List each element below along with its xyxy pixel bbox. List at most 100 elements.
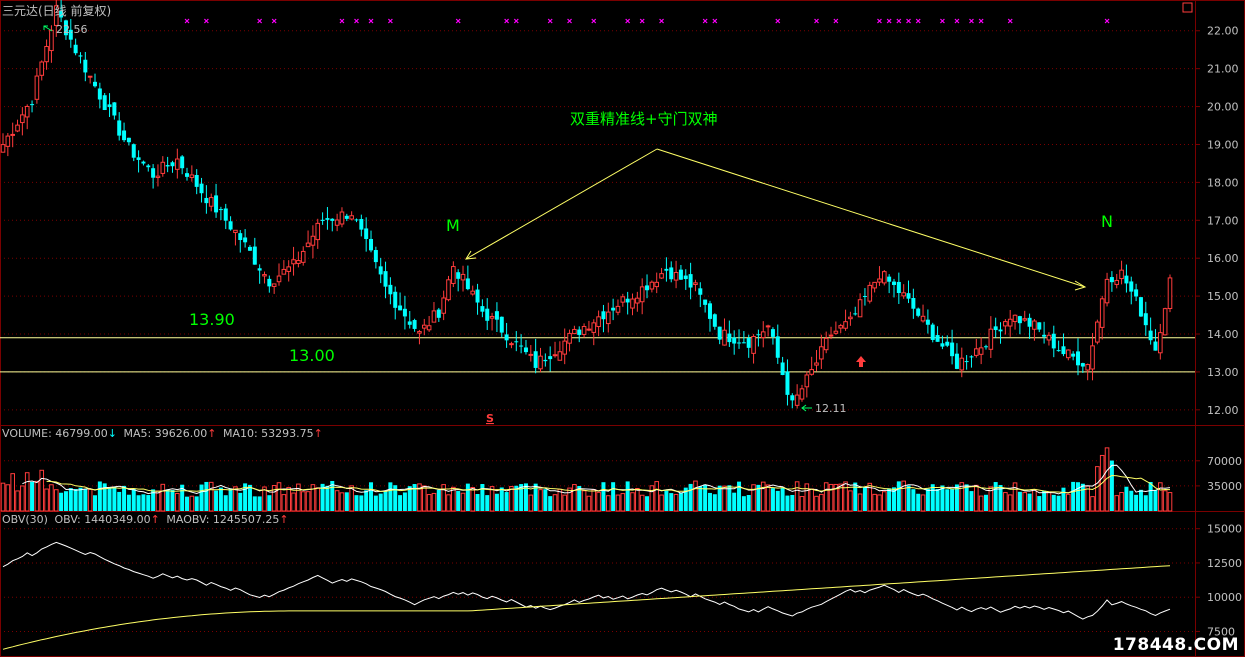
- candle-body-down: [732, 337, 737, 344]
- volume-bar-down: [436, 489, 441, 511]
- volume-bar-down: [97, 481, 102, 511]
- candle-body-up: [1119, 269, 1124, 280]
- volume-bar-up: [1114, 495, 1120, 512]
- volume-bar-up: [804, 483, 810, 512]
- candle-body-down: [407, 321, 412, 325]
- candle-body-up: [1104, 278, 1110, 304]
- signal-x-marker: [203, 18, 209, 24]
- candle-body-down: [887, 276, 892, 282]
- volume-bar-up: [0, 482, 6, 512]
- low-pointer-icon: [801, 404, 812, 412]
- volume-bar-down: [775, 490, 780, 511]
- candle-body-up: [654, 281, 660, 288]
- volume-bar-down: [1056, 495, 1061, 511]
- candle-body-up: [765, 325, 771, 328]
- volume-bar-down: [770, 488, 775, 511]
- volume-bar-down: [1027, 493, 1032, 511]
- volume-bar-down: [1037, 496, 1042, 511]
- price-tick-label: 18.00: [1207, 176, 1239, 189]
- level-1390-label: 13.90: [189, 310, 235, 329]
- candle-body-down: [969, 356, 974, 358]
- candle-body-up: [562, 340, 568, 355]
- price-tick-label: 13.00: [1207, 366, 1239, 379]
- volume-bar-up: [630, 492, 635, 512]
- candle-body-down: [1017, 316, 1022, 324]
- volume-bar-down: [983, 494, 988, 511]
- candle-body-down: [945, 341, 950, 346]
- candle-body-down: [504, 334, 509, 341]
- pattern-arrows: [465, 148, 1087, 291]
- candle-body-up: [1022, 318, 1028, 321]
- candle-body-down: [940, 343, 945, 347]
- volume-bar-down: [504, 492, 509, 511]
- candle-body-down: [930, 324, 935, 340]
- volume-bar-up: [305, 491, 311, 512]
- candle-body-up: [1158, 332, 1163, 354]
- candle-body-up: [596, 316, 601, 328]
- volume-bar-up: [1032, 489, 1037, 512]
- volume-bar-down: [896, 481, 901, 511]
- candle-body-down: [935, 335, 940, 342]
- signal-x-marker: [833, 18, 839, 24]
- signal-x-marker: [1007, 18, 1013, 24]
- candle-body-down: [257, 268, 262, 271]
- volume-bar-up: [339, 492, 345, 512]
- signal-x-marker: [886, 18, 892, 24]
- window-corner-box[interactable]: [1182, 2, 1193, 13]
- volume-bar-up: [34, 480, 40, 512]
- volume-bar-up: [10, 473, 15, 512]
- candle-body-up: [538, 355, 543, 370]
- candle-body-down: [117, 120, 122, 136]
- candle-body-up: [1012, 314, 1018, 323]
- volume-bar-down: [548, 496, 553, 511]
- volume-bar-down: [247, 484, 252, 511]
- candle-body-down: [925, 319, 930, 325]
- signal-x-marker: [257, 18, 263, 24]
- volume-bar-down: [1017, 491, 1022, 511]
- up-arrow-icon: ↑: [207, 427, 217, 440]
- candle-body-up: [974, 348, 979, 356]
- volume-bar-up: [978, 495, 984, 512]
- volume-bar-down: [141, 494, 146, 511]
- signal-x-marker: [625, 18, 631, 24]
- volume-bar-up: [460, 492, 466, 512]
- volume-bar-down: [369, 482, 374, 511]
- volume-bar-down: [790, 494, 795, 511]
- candle-body-up: [87, 75, 93, 78]
- maobv-value: 1245507.25: [212, 513, 280, 526]
- volume-bar-down: [678, 492, 683, 511]
- candle-body-down: [73, 44, 78, 54]
- candle-body-down: [727, 333, 732, 343]
- volume-bar-up: [1162, 490, 1168, 512]
- candle-body-up: [1090, 345, 1095, 370]
- n-label: N: [1101, 212, 1113, 231]
- candle-body-up: [528, 353, 534, 356]
- candle-body-down: [369, 238, 374, 251]
- candle-body-down: [325, 218, 330, 220]
- volume-bar-up: [155, 490, 161, 512]
- candle-body-up: [1095, 321, 1100, 343]
- volume-bar-up: [1119, 492, 1124, 512]
- volume-bar-down: [494, 493, 499, 511]
- candle-body-down: [683, 275, 688, 280]
- volume-bar-down: [688, 483, 693, 511]
- volume-bar-down: [204, 481, 209, 511]
- signal-markers-row: [184, 18, 1110, 24]
- candle-body-up: [673, 271, 679, 281]
- volume-bar-up: [15, 490, 20, 512]
- signal-x-marker: [591, 18, 597, 24]
- candle-body-down: [678, 269, 683, 280]
- volume-bar-down: [1042, 490, 1047, 511]
- low-price-label: 12.11: [815, 402, 847, 415]
- volume-bar-down: [780, 487, 785, 511]
- candle-body-down: [402, 308, 407, 317]
- candle-body-up: [460, 273, 466, 281]
- volume-bar-down: [611, 482, 616, 511]
- candle-body-down: [267, 278, 272, 287]
- volume-bar-up: [591, 489, 597, 512]
- volume-bar-up: [39, 469, 45, 512]
- volume-bar-down: [398, 495, 403, 511]
- signal-x-marker: [639, 18, 645, 24]
- candle-body-up: [271, 283, 277, 287]
- candle-body-up: [901, 292, 906, 297]
